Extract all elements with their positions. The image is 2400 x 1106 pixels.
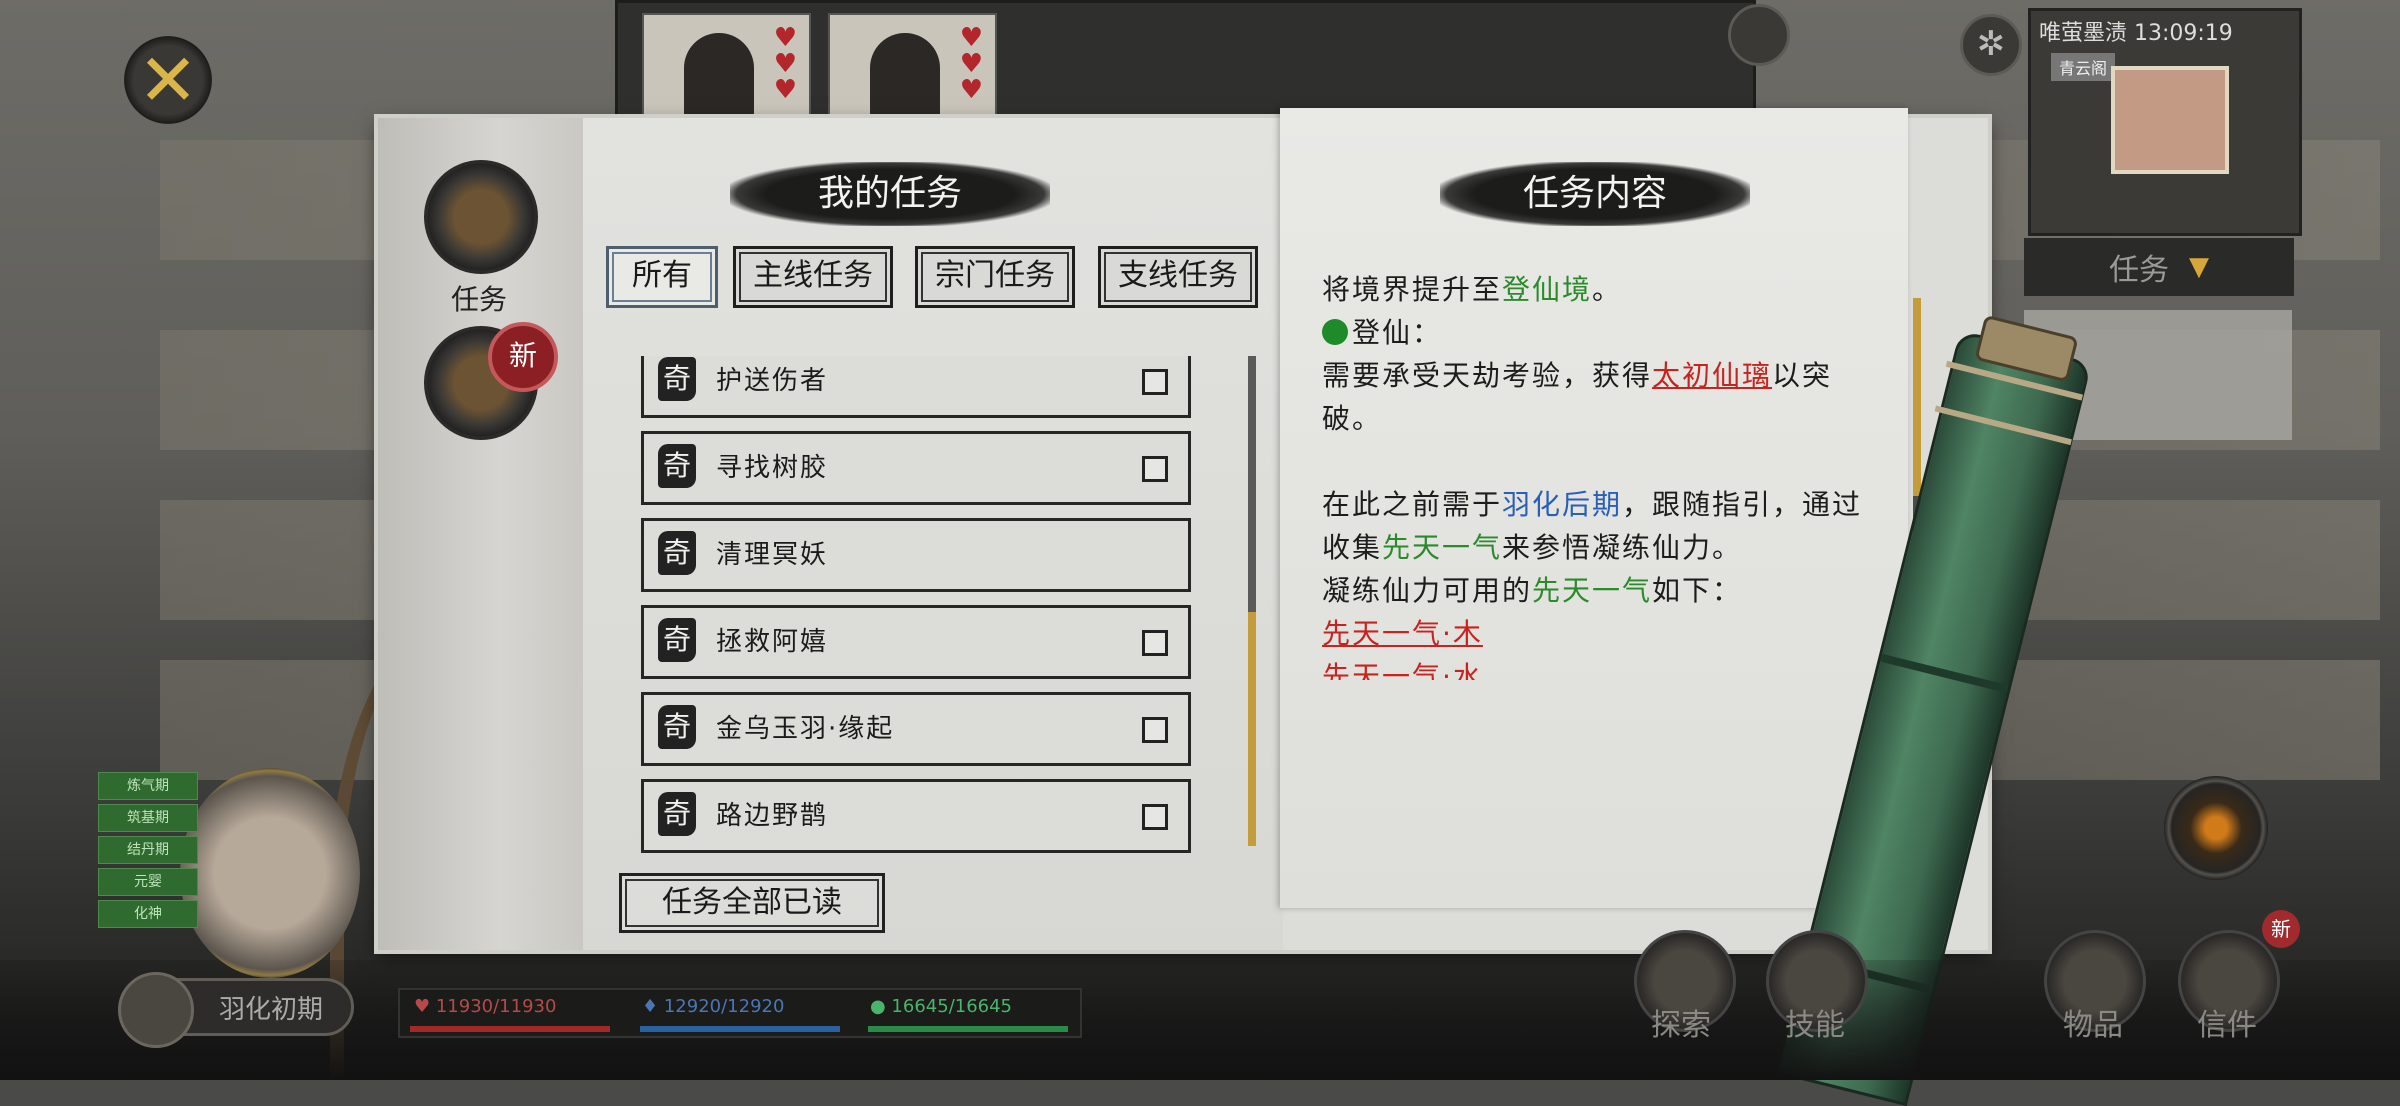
task-type-tag: 奇 [658, 618, 696, 662]
hp-bar [410, 1026, 610, 1032]
task-row[interactable]: 奇 清理冥妖 [641, 518, 1191, 592]
status-tag[interactable]: 化神 [98, 900, 198, 928]
task-row[interactable]: 奇 拯救阿嬉 [641, 605, 1191, 679]
nav-items-label: 物品 [2063, 1008, 2123, 1043]
task-list-scroll-thumb[interactable] [1248, 612, 1256, 846]
mp-bar [640, 1026, 840, 1032]
task-content-text: 将境界提升至登仙境。 登仙： 需要承受天劫考验，获得太初仙璃以突破。 在此之前需… [1322, 268, 1892, 680]
task-name: 金乌玉羽·缘起 [716, 714, 895, 744]
minimap-picture [2111, 66, 2229, 174]
minimap-location: 青云阁 [2051, 53, 2116, 81]
item-link[interactable]: 太初仙璃 [1652, 359, 1772, 392]
people-icon[interactable] [1728, 4, 1790, 66]
green-dot-icon [1322, 319, 1348, 345]
task-checkbox[interactable] [1142, 369, 1168, 395]
qi-highlight: 先天一气 [1532, 574, 1653, 607]
hp-value: ♥ 11930/11930 [414, 996, 557, 1017]
task-row[interactable]: 奇 护送伤者 [641, 356, 1191, 418]
status-tag[interactable]: 结丹期 [98, 836, 198, 864]
task-type-tag: 奇 [658, 705, 696, 749]
portrait-face [684, 33, 754, 123]
content-scroll-thumb[interactable] [1913, 298, 1921, 496]
realm-highlight: 羽化后期 [1502, 488, 1623, 521]
nav-task-label: 任务 [450, 283, 507, 316]
task-type-tag: 奇 [658, 792, 696, 836]
status-tag[interactable]: 筑基期 [98, 804, 198, 832]
nav-mail-label: 信件 [2197, 1008, 2257, 1043]
task-type-tag: 奇 [658, 357, 696, 401]
task-name: 寻找树胶 [716, 453, 829, 483]
tab-side-quests[interactable]: 支线任务 [1098, 246, 1258, 308]
status-tag[interactable]: 炼气期 [98, 772, 198, 800]
tab-sect-quests[interactable]: 宗门任务 [915, 246, 1075, 308]
task-type-tag: 奇 [658, 444, 696, 488]
content-line: 需要承受天劫考验，获得太初仙璃以突破。 [1322, 359, 1833, 435]
mail-new-badge: 新 [2262, 910, 2300, 948]
status-tag[interactable]: 元婴 [98, 868, 198, 896]
task-checkbox[interactable] [1142, 804, 1168, 830]
minimap-clock: 唯萤墨渍 13:09:19 [2039, 21, 2233, 46]
task-checkbox[interactable] [1142, 630, 1168, 656]
gear-icon[interactable]: ✲ [1960, 14, 2022, 76]
stat-bars: ♥ 11930/11930 ♦ 12920/12920 ● 16645/1664… [398, 988, 1082, 1038]
close-button[interactable]: ✕ [124, 36, 212, 124]
sp-bar [868, 1026, 1068, 1032]
content-line: 先天一气·木 [1322, 612, 1892, 655]
character-portrait[interactable]: ♥ ♥ ♥ [828, 13, 997, 127]
task-list: 奇 护送伤者 奇 寻找树胶 奇 清理冥妖 奇 拯救阿嬉 奇 金乌玉羽·缘起 奇 … [641, 356, 1191, 860]
task-checkbox[interactable] [1142, 456, 1168, 482]
content-line: 在此之前需于羽化后期，跟随指引，通过 [1322, 488, 1863, 521]
sp-value: ● 16645/16645 [870, 996, 1013, 1017]
content-line: 收集先天一气来参悟凝练仙力。 [1322, 531, 1743, 564]
chevron-down-icon: ▼ [2189, 252, 2209, 282]
task-type-tag: 奇 [658, 531, 696, 575]
realm-highlight: 登仙境 [1502, 273, 1593, 306]
task-dropdown-label: 任务 [2109, 253, 2169, 288]
task-dropdown[interactable]: 任务 ▼ [2024, 238, 2294, 296]
task-content-title: 任务内容 [1440, 162, 1750, 226]
minimap[interactable]: 唯萤墨渍 13:09:19 青云阁 [2028, 8, 2302, 236]
mark-all-read-button[interactable]: 任务全部已读 [619, 873, 885, 933]
task-name: 护送伤者 [716, 366, 829, 396]
item-link[interactable]: 先天一气·水 [1322, 660, 1483, 680]
character-portrait[interactable]: ♥ ♥ ♥ [642, 13, 811, 127]
mp-value: ♦ 12920/12920 [642, 996, 785, 1017]
task-name: 拯救阿嬉 [716, 627, 829, 657]
content-line: 将境界提升至登仙境。 [1322, 273, 1623, 306]
scroll-icon[interactable] [424, 160, 538, 274]
heart-icons: ♥ ♥ ♥ [959, 23, 983, 105]
tab-main-quests[interactable]: 主线任务 [733, 246, 893, 308]
bamboo-node [1880, 653, 2009, 694]
player-avatar[interactable] [180, 768, 360, 978]
content-line: 登仙： [1322, 311, 1892, 354]
task-checkbox[interactable] [1142, 717, 1168, 743]
my-tasks-title: 我的任务 [730, 162, 1050, 226]
nav-skill-label: 技能 [1785, 1008, 1845, 1043]
new-badge: 新 [488, 322, 558, 392]
task-row[interactable]: 奇 寻找树胶 [641, 431, 1191, 505]
realm-icon [118, 972, 194, 1048]
task-row[interactable]: 奇 金乌玉羽·缘起 [641, 692, 1191, 766]
task-name: 清理冥妖 [716, 540, 829, 570]
portrait-face [870, 33, 940, 123]
content-line: 凝练仙力可用的先天一气如下： [1322, 574, 1743, 607]
qi-highlight: 先天一气 [1382, 531, 1503, 564]
item-link[interactable]: 先天一气·木 [1322, 617, 1483, 650]
tab-all[interactable]: 所有 [606, 246, 718, 308]
eye-icon[interactable] [2164, 776, 2268, 880]
task-row[interactable]: 奇 路边野鹊 [641, 779, 1191, 853]
task-name: 路边野鹊 [716, 801, 829, 831]
nav-explore-label: 探索 [1651, 1008, 1711, 1043]
content-line: 先天一气·水 [1322, 655, 1892, 680]
heart-icons: ♥ ♥ ♥ [773, 23, 797, 105]
